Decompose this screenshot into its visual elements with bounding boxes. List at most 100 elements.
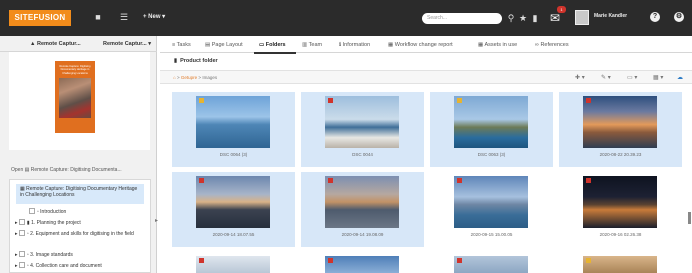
image-tile[interactable]: 2020-09-15 15.00.05 — [430, 172, 553, 247]
tree-item-image-standards[interactable]: ▸ ▫ 3. Image standards — [15, 251, 73, 258]
status-flag-icon — [328, 98, 333, 103]
user-name[interactable]: Marie Kandler — [594, 13, 627, 19]
image-tile[interactable]: 2020-09-16 02.26.38 — [559, 172, 682, 247]
top-bar: SITEFUSION ■ ☰ + New ▾ Search... ⚲ ★ ▮ ✉… — [0, 0, 692, 36]
bookmark-icon[interactable]: ▮ — [529, 12, 541, 24]
status-flag-icon — [586, 178, 591, 183]
breadcrumb-link[interactable]: Getupre — [181, 75, 197, 80]
lock-icon: ▫ — [26, 263, 29, 269]
expand-icon[interactable]: ▸ — [15, 263, 18, 269]
tab-bar: ≡ Tasks ▤ Page Layout ▭ Folders ▥ Team ℹ… — [160, 39, 692, 54]
assets-icon: ▦ — [478, 42, 484, 48]
search-input[interactable]: Search... — [422, 13, 502, 24]
left-tab-remote-2[interactable]: Remote Captur... ▾ — [103, 41, 151, 47]
tree-item-root[interactable]: ▦ Remote Capture: Digitising Documentary… — [20, 186, 140, 198]
image-tile[interactable]: DSC 0064 (3) — [172, 92, 295, 167]
folder-action-icon[interactable]: ▭ ▾ — [627, 74, 637, 81]
lock-icon: ▫ — [26, 252, 29, 258]
tree-checkbox[interactable] — [18, 230, 25, 236]
image-tile[interactable]: 2020-08-22 20.39.23 — [559, 92, 682, 167]
book-cover[interactable]: Remote Capture: Digitising Documentary H… — [55, 61, 95, 133]
breadcrumb: ⌂ > Getupre > Images — [173, 75, 218, 80]
image-thumbnail — [454, 176, 528, 228]
home-icon[interactable]: ⌂ — [173, 75, 176, 80]
tree-item-collection-care[interactable]: ▸ ▫ 4. Collection care and document — [15, 262, 102, 269]
image-tile[interactable]: DSC 0044 — [301, 92, 424, 167]
image-thumbnail — [325, 96, 399, 148]
folder-icon: ▭ — [259, 42, 265, 48]
image-tile[interactable]: 2020-09-14 19.08.09 — [301, 172, 424, 247]
tab-assets-in-use[interactable]: ▦ Assets in use — [478, 42, 517, 48]
expand-icon[interactable]: ▸ — [15, 231, 18, 237]
product-folder-title[interactable]: ▮ Product folder — [174, 58, 218, 64]
tree-checkbox[interactable] — [18, 251, 25, 257]
image-caption: 2020-09-14 19.08.09 — [341, 232, 384, 237]
folder-toolbar: ⌂ > Getupre > Images ✚ ▾ ✎ ▾ ▭ ▾ ▦ ▾ ☁ — [160, 70, 692, 84]
book-cover-photo — [59, 78, 91, 118]
new-button[interactable]: + New ▾ — [143, 11, 165, 24]
lock-icon: ▫ — [26, 231, 29, 237]
tab-tasks[interactable]: ≡ Tasks — [172, 42, 191, 48]
tab-information[interactable]: ℹ Information — [339, 42, 370, 48]
folder-icon: ▮ — [174, 58, 178, 64]
image-thumbnail — [325, 176, 399, 228]
image-caption: DSC 0063 (3) — [477, 152, 506, 157]
star-icon[interactable]: ★ — [517, 12, 529, 24]
avatar[interactable] — [575, 10, 589, 25]
layout-icon: ▤ — [205, 42, 211, 48]
image-caption: 2020-08-22 20.39.23 — [599, 152, 642, 157]
status-flag-icon — [457, 98, 462, 103]
left-tab-remote-1[interactable]: ▲ Remote Captur... — [30, 41, 81, 47]
image-tile[interactable] — [559, 252, 682, 273]
status-flag-icon — [457, 178, 462, 183]
tab-page-layout[interactable]: ▤ Page Layout — [205, 42, 243, 48]
info-icon: ℹ — [339, 42, 342, 48]
tree-checkbox[interactable] — [18, 219, 25, 225]
report-icon: ▦ — [388, 42, 394, 48]
gear-icon[interactable]: ⚙ — [674, 12, 684, 22]
tab-references[interactable]: ∞ References — [535, 42, 569, 48]
image-thumbnail — [454, 96, 528, 148]
open-row[interactable]: Open ▤ Remote Capture: Digitising Docume… — [11, 167, 122, 173]
edit-icon[interactable]: ✎ ▾ — [601, 74, 611, 81]
tree-item-introduction[interactable]: ▫ Introduction — [29, 208, 66, 215]
expand-icon[interactable]: ▸ — [15, 220, 18, 226]
image-tile[interactable]: 2020-09-14 18.07.55 — [172, 172, 295, 247]
left-panel: ▲ Remote Captur... Remote Captur... ▾ Re… — [0, 36, 157, 273]
menu-icon[interactable]: ☰ — [118, 11, 130, 23]
list-icon: ≡ — [172, 42, 176, 48]
image-thumbnail — [196, 176, 270, 228]
status-flag-icon — [586, 98, 591, 103]
add-icon[interactable]: ✚ ▾ — [575, 74, 585, 81]
help-icon[interactable]: ? — [650, 12, 660, 22]
image-tile[interactable] — [430, 252, 553, 273]
tree-item-equipment[interactable]: ▸ ▫ 2. Equipment and skills for digitisi… — [15, 230, 145, 237]
image-thumbnail — [325, 256, 399, 273]
tab-workflow-change-report[interactable]: ▦ Workflow change report — [388, 42, 453, 48]
grid-icon[interactable]: ■ — [92, 11, 104, 23]
view-icon[interactable]: ▦ ▾ — [653, 74, 663, 81]
image-thumbnail — [196, 256, 270, 273]
image-caption: 2020-09-14 18.07.55 — [212, 232, 255, 237]
scrollbar-thumb[interactable] — [688, 212, 691, 224]
sitefusion-logo[interactable]: SITEFUSION — [9, 10, 71, 26]
image-thumbnail — [583, 96, 657, 148]
collapse-up-icon[interactable]: ▲ — [30, 41, 35, 47]
link-icon: ∞ — [535, 42, 539, 48]
image-tile[interactable] — [172, 252, 295, 273]
status-flag-icon — [199, 258, 204, 263]
search-icon[interactable]: ⚲ — [505, 12, 517, 24]
image-caption: 2020-09-15 15.00.05 — [470, 232, 513, 237]
tree-checkbox[interactable] — [18, 262, 25, 268]
tree-checkbox[interactable] — [29, 208, 35, 214]
image-tile[interactable] — [301, 252, 424, 273]
book-preview: Remote Capture: Digitising Documentary H… — [9, 52, 150, 150]
image-tile[interactable]: DSC 0063 (3) — [430, 92, 553, 167]
cloud-icon[interactable]: ☁ — [677, 74, 683, 81]
tree-item-planning[interactable]: ▸ ▮ 1. Planning the project — [15, 219, 81, 226]
image-caption: 2020-09-16 02.26.38 — [599, 232, 642, 237]
tab-team[interactable]: ▥ Team — [302, 42, 322, 48]
tab-folders[interactable]: ▭ Folders — [259, 42, 286, 48]
image-caption: DSC 0064 (3) — [219, 152, 248, 157]
expand-icon[interactable]: ▸ — [15, 252, 18, 258]
